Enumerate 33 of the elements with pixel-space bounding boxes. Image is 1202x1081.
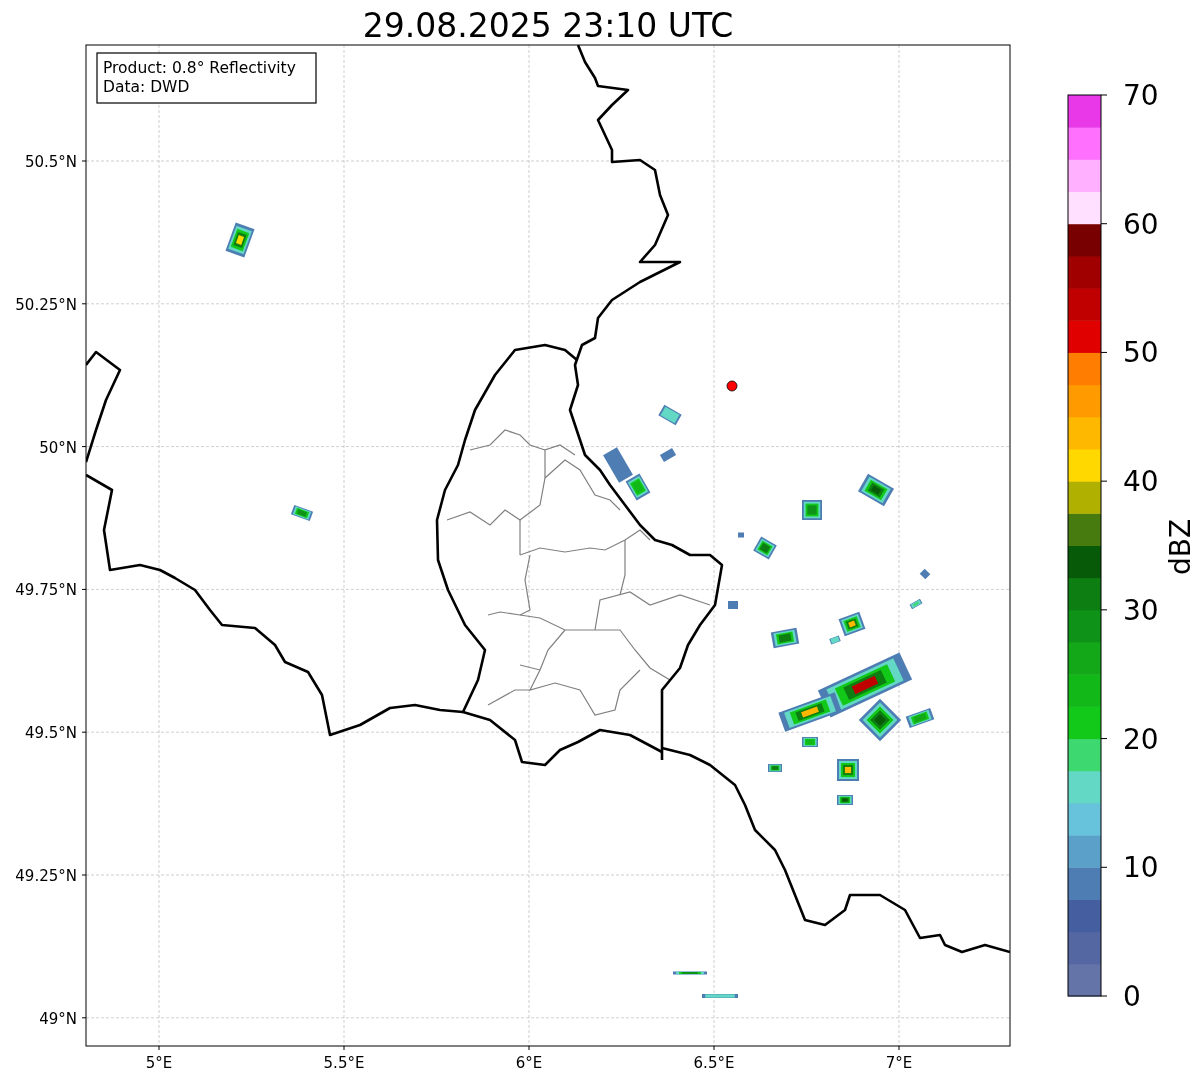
colorbar-tick <box>1100 866 1108 868</box>
colorbar-tick <box>1100 609 1108 611</box>
y-tick-label: 49.5°N <box>24 724 77 743</box>
y-tick-label: 50°N <box>39 438 77 457</box>
colorbar-tick-label: 30 <box>1123 593 1159 627</box>
x-tick-label: 6°E <box>515 1054 543 1072</box>
colorbar-tick-label: 10 <box>1123 851 1159 885</box>
x-tick-label: 5.5°E <box>323 1054 365 1072</box>
y-tick-label: 49°N <box>39 1009 77 1028</box>
colorbar-tick-label: 60 <box>1123 207 1159 241</box>
y-tick-label: 49.75°N <box>15 581 77 600</box>
colorbar-tick <box>1100 351 1108 353</box>
chart-title: 29.08.2025 23:10 UTC <box>362 6 734 45</box>
colorbar-tick-label: 20 <box>1123 722 1159 756</box>
y-tick-label: 50.25°N <box>15 295 77 314</box>
info-text: Product: 0.8° Reflectivity <box>103 59 296 77</box>
station-marker <box>726 380 738 392</box>
colorbar-tick-label: 50 <box>1123 336 1159 370</box>
x-tick-label: 7°E <box>885 1054 913 1072</box>
x-tick-label: 5°E <box>145 1054 173 1072</box>
colorbar-tick <box>1100 738 1108 740</box>
colorbar-tick-label: 40 <box>1123 465 1159 499</box>
colorbar-tick <box>1100 995 1108 997</box>
info-text: Data: DWD <box>103 78 190 96</box>
colorbar-tick <box>1100 480 1108 482</box>
y-tick-label: 50.5°N <box>24 153 77 171</box>
colorbar-tick-label: 0 <box>1123 980 1141 1013</box>
colorbar-tick <box>1100 223 1108 225</box>
colorbar-label: dBZ <box>1164 518 1197 576</box>
colorbar-tick <box>1100 94 1108 96</box>
x-tick-label: 6.5°E <box>693 1054 735 1072</box>
y-tick-label: 49.25°N <box>15 867 77 885</box>
colorbar-tick-label: 70 <box>1123 79 1159 112</box>
